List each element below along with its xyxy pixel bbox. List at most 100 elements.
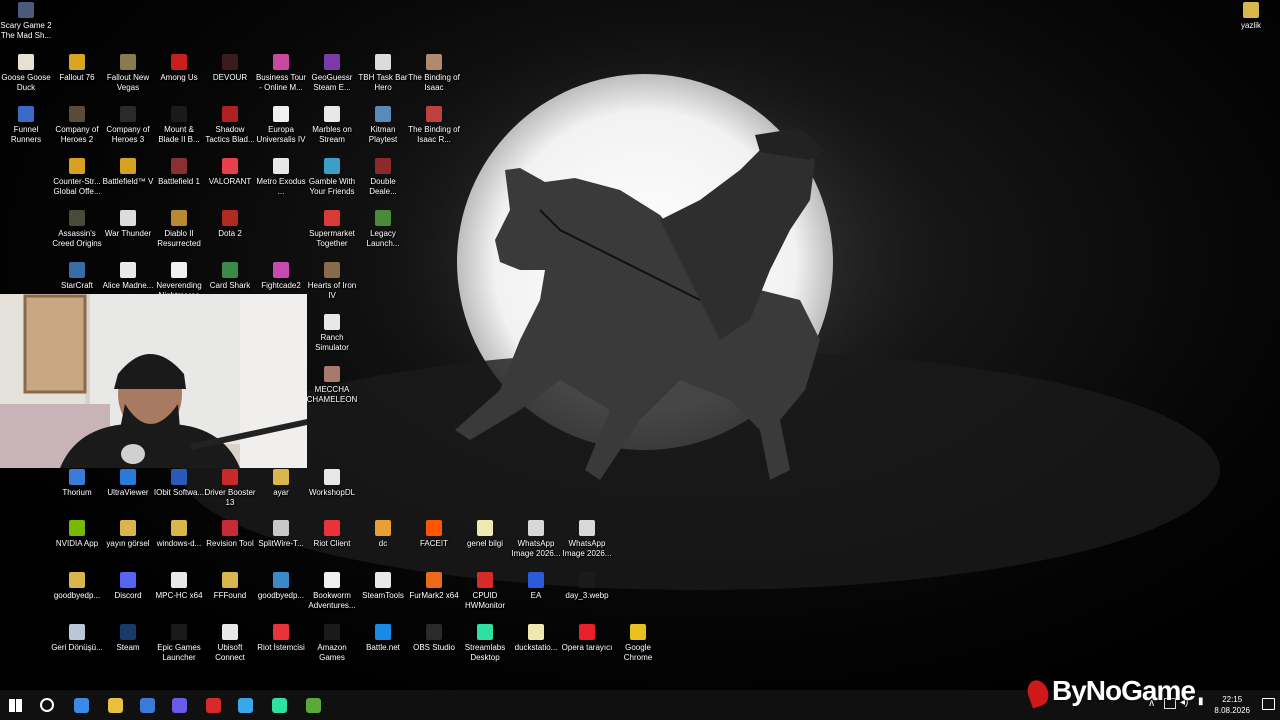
desktop-icon[interactable]: Europa Universalis IV	[255, 106, 307, 145]
desktop-icon[interactable]: Kitman Playtest	[357, 106, 409, 145]
desktop-icon[interactable]: OBS Studio	[408, 624, 460, 653]
desktop-icon[interactable]: Bookworm Adventures...	[306, 572, 358, 611]
desktop-icon[interactable]: FACEIT	[408, 520, 460, 549]
taskbar-button[interactable]	[298, 690, 328, 720]
desktop-icon[interactable]: Company of Heroes 2	[51, 106, 103, 145]
desktop-icon[interactable]: goodbyedp...	[51, 572, 103, 601]
desktop-icon[interactable]: Ubisoft Connect	[204, 624, 256, 663]
desktop-icon[interactable]: Company of Heroes 3	[102, 106, 154, 145]
desktop-icon[interactable]: MPC-HC x64	[153, 572, 205, 601]
desktop-icon[interactable]: The Binding of Isaac R...	[408, 106, 460, 145]
desktop-icon-label: StarCraft	[60, 281, 93, 290]
desktop-icon[interactable]: yayın görsel	[102, 520, 154, 549]
desktop-icon[interactable]: The Binding of Isaac	[408, 54, 460, 93]
desktop-icon-label: Funnel Runners	[10, 125, 42, 144]
desktop-icon[interactable]: yazlik	[1225, 2, 1277, 31]
start-windows-icon	[8, 698, 22, 712]
desktop-icon[interactable]: Google Chrome	[612, 624, 664, 663]
desktop-icon[interactable]: Thorium	[51, 469, 103, 498]
taskbar-button[interactable]	[100, 690, 130, 720]
clock[interactable]: 22:15 8.08.2026	[1214, 694, 1250, 716]
desktop-icon[interactable]: Counter-Str... Global Offe...	[51, 158, 103, 197]
desktop-icon[interactable]: Battlefield™ V	[102, 158, 154, 187]
desktop-icon[interactable]: Fallout New Vegas	[102, 54, 154, 93]
taskbar-button[interactable]	[264, 690, 294, 720]
desktop-icon[interactable]: Supermarket Together	[306, 210, 358, 249]
desktop-icon[interactable]: windows-d...	[153, 520, 205, 549]
desktop-icon[interactable]: Business Tour - Online M...	[255, 54, 307, 93]
desktop-icon[interactable]: GeoGuessr Steam E...	[306, 54, 358, 93]
desktop-icon[interactable]: WorkshopDL	[306, 469, 358, 498]
desktop-icon[interactable]: Revision Tool	[204, 520, 256, 549]
desktop-icon[interactable]: Amazon Games	[306, 624, 358, 663]
desktop-icon[interactable]: Discord	[102, 572, 154, 601]
desktop-icon[interactable]: Scary Game 2 The Mad Sh...	[0, 2, 52, 41]
desktop-icon[interactable]: Riot İstemcisi	[255, 624, 307, 653]
desktop-icon[interactable]: genel bilgi	[459, 520, 511, 549]
microphone-icon[interactable]: ▮	[1198, 696, 1204, 707]
desktop-icon[interactable]: ayar	[255, 469, 307, 498]
desktop-icon[interactable]: Battlefield 1	[153, 158, 205, 187]
desktop-icon-label: VALORANT	[208, 177, 252, 186]
desktop-icon-label: Dota 2	[218, 229, 242, 238]
desktop-icon[interactable]: Legacy Launch...	[357, 210, 409, 249]
desktop-icon[interactable]: Hearts of Iron IV	[306, 262, 358, 301]
desktop-icon[interactable]: FFFound	[204, 572, 256, 601]
taskbar-button[interactable]	[32, 690, 62, 720]
desktop-icon[interactable]: Epic Games Launcher	[153, 624, 205, 663]
taskbar-button[interactable]	[198, 690, 228, 720]
desktop-icon[interactable]: Double Deale...	[357, 158, 409, 197]
desktop-icon[interactable]: Driver Booster 13	[204, 469, 256, 508]
desktop-icon-label: IObit Softwa...	[153, 488, 205, 497]
desktop-icon[interactable]: NVIDIA App	[51, 520, 103, 549]
desktop-icon[interactable]: Fallout 76	[51, 54, 103, 83]
desktop-icon[interactable]: Marbles on Stream	[306, 106, 358, 145]
desktop-icon[interactable]: Dota 2	[204, 210, 256, 239]
desktop-icon[interactable]: Riot Client	[306, 520, 358, 549]
taskbar-button[interactable]	[132, 690, 162, 720]
desktop-icon[interactable]: FurMark2 x64	[408, 572, 460, 601]
desktop-icon[interactable]: DEVOUR	[204, 54, 256, 83]
desktop-icon[interactable]: Among Us	[153, 54, 205, 83]
desktop-icon[interactable]: WhatsApp Image 2026...	[510, 520, 562, 559]
desktop-icon[interactable]: IObit Softwa...	[153, 469, 205, 498]
desktop-icon[interactable]: Gamble With Your Friends	[306, 158, 358, 197]
desktop-icon[interactable]: EA	[510, 572, 562, 601]
desktop-icon[interactable]: Battle.net	[357, 624, 409, 653]
desktop-icon[interactable]: Steam	[102, 624, 154, 653]
desktop-icon[interactable]: StarCraft	[51, 262, 103, 291]
desktop-icon[interactable]: Assassin's Creed Origins	[51, 210, 103, 249]
taskbar-button[interactable]	[0, 690, 30, 720]
desktop-icon[interactable]: dc	[357, 520, 409, 549]
desktop-icon[interactable]: UltraViewer	[102, 469, 154, 498]
desktop-icon[interactable]: day_3.webp	[561, 572, 613, 601]
taskbar-button[interactable]	[164, 690, 194, 720]
desktop-icon[interactable]: Ranch Simulator	[306, 314, 358, 353]
desktop-icon[interactable]: Diablo II Resurrected	[153, 210, 205, 249]
desktop-icon[interactable]: Card Shark	[204, 262, 256, 291]
desktop-icon[interactable]: Goose Goose Duck	[0, 54, 52, 93]
notifications-icon[interactable]	[1262, 698, 1275, 710]
desktop-icon[interactable]: VALORANT	[204, 158, 256, 187]
desktop-icon[interactable]: CPUID HWMonitor	[459, 572, 511, 611]
desktop-icon[interactable]: goodbyedp...	[255, 572, 307, 601]
taskbar-button[interactable]	[230, 690, 260, 720]
desktop-icon[interactable]: MECCHA CHAMELEON	[306, 366, 358, 405]
desktop-icon[interactable]: Geri Dönüşü...	[51, 624, 103, 653]
desktop-icon[interactable]: Mount & Blade II B...	[153, 106, 205, 145]
desktop-icon[interactable]: Fightcade2	[255, 262, 307, 291]
desktop-icon-label: Scary Game 2 The Mad Sh...	[0, 21, 52, 40]
desktop-icon[interactable]: Metro Exodus ...	[255, 158, 307, 197]
desktop-icon[interactable]: Alice Madne...	[102, 262, 154, 291]
desktop-icon[interactable]: WhatsApp Image 2026...	[561, 520, 613, 559]
desktop-icon[interactable]: Streamlabs Desktop	[459, 624, 511, 663]
desktop-icon[interactable]: SteamTools	[357, 572, 409, 601]
desktop-icon[interactable]: Shadow Tactics Blad...	[204, 106, 256, 145]
desktop-icon[interactable]: SplitWire-T...	[255, 520, 307, 549]
desktop-icon[interactable]: TBH Task Bar Hero	[357, 54, 409, 93]
desktop-icon[interactable]: Opera tarayıcı	[561, 624, 613, 653]
desktop-icon[interactable]: Funnel Runners	[0, 106, 52, 145]
desktop-icon[interactable]: War Thunder	[102, 210, 154, 239]
desktop-icon[interactable]: duckstatio...	[510, 624, 562, 653]
taskbar-button[interactable]	[66, 690, 96, 720]
